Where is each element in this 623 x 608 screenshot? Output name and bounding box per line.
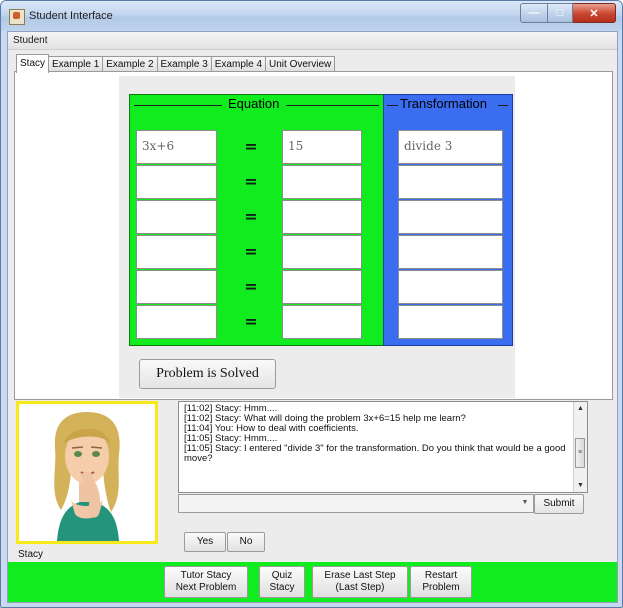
tab-example-4[interactable]: Example 4 <box>210 56 267 72</box>
transformation-cell[interactable] <box>398 235 503 269</box>
chat-messages: [11:02] Stacy: Hmm.... [11:02] Stacy: Wh… <box>184 404 569 464</box>
chat-message: [11:05] Stacy: I entered "divide 3" for … <box>184 443 566 464</box>
left-side-cell[interactable] <box>136 165 217 199</box>
transformation-title: Transformation <box>400 96 487 111</box>
tab-example-1[interactable]: Example 1 <box>48 56 104 72</box>
restart-problem-button[interactable]: Restart Problem <box>410 566 472 598</box>
stacy-avatar-image <box>54 412 120 541</box>
problem-solved-button[interactable]: Problem is Solved <box>139 359 276 389</box>
app-window: Student Interface — □ ✕ Student Stacy Ex… <box>0 0 623 608</box>
tutor-next-problem-button[interactable]: Tutor Stacy Next Problem <box>164 566 248 598</box>
maximize-icon: □ <box>556 7 564 19</box>
window-controls: — □ ✕ <box>520 3 616 23</box>
command-bar: Tutor Stacy Next Problem Quiz Stacy Eras… <box>8 562 617 602</box>
scroll-up-icon[interactable]: ▲ <box>574 402 587 415</box>
panel-border-line <box>286 105 379 106</box>
tab-example-2[interactable]: Example 2 <box>102 56 158 72</box>
chat-input[interactable]: ▼ <box>178 494 534 513</box>
right-side-cell[interactable] <box>282 235 362 269</box>
transformation-cell[interactable] <box>398 270 503 304</box>
right-side-cell[interactable]: 15 <box>282 130 362 164</box>
no-button[interactable]: No <box>227 532 265 552</box>
erase-button-line2: (Last Step) <box>335 582 385 593</box>
title-bar[interactable]: Student Interface — □ ✕ <box>1 1 622 31</box>
equals-sign: = <box>244 207 258 226</box>
agent-name-label: Stacy <box>18 549 44 560</box>
left-side-cell[interactable]: 3x+6 <box>136 130 217 164</box>
equation-title: Equation <box>228 96 280 111</box>
scroll-down-icon[interactable]: ▼ <box>574 479 587 492</box>
tab-stacy[interactable]: Stacy <box>16 54 50 73</box>
submit-button[interactable]: Submit <box>534 494 584 514</box>
left-side-cell[interactable] <box>136 235 217 269</box>
equation-panel: Equation 3x+6 = = = = = = 15 <box>129 94 384 346</box>
right-side-cell[interactable] <box>282 200 362 234</box>
right-side-cell[interactable] <box>282 305 362 339</box>
left-side-cell[interactable] <box>136 270 217 304</box>
equals-sign: = <box>244 137 258 156</box>
equals-sign: = <box>244 277 258 296</box>
window-title: Student Interface <box>29 10 113 22</box>
transformation-cell[interactable] <box>398 305 503 339</box>
minimize-button[interactable]: — <box>520 3 548 23</box>
client-area: Student Stacy Example 1 Example 2 Exampl… <box>7 31 618 603</box>
close-icon: ✕ <box>589 7 599 20</box>
minimize-icon: — <box>528 7 540 19</box>
scroll-thumb[interactable]: ≡ <box>575 438 585 468</box>
right-side-cell[interactable] <box>282 270 362 304</box>
chat-scrollbar[interactable]: ▲ ≡ ▼ <box>573 402 587 492</box>
equals-sign: = <box>244 172 258 191</box>
equals-sign: = <box>244 242 258 261</box>
restart-button-line2: Problem <box>422 582 460 593</box>
erase-last-step-button[interactable]: Erase Last Step (Last Step) <box>312 566 408 598</box>
tab-strip: Stacy Example 1 Example 2 Example 3 Exam… <box>16 54 336 73</box>
tutor-button-line1: Tutor Stacy <box>180 570 232 581</box>
left-side-cell[interactable] <box>136 200 217 234</box>
left-side-cell[interactable] <box>136 305 217 339</box>
transformation-cell[interactable] <box>398 200 503 234</box>
quiz-button-line2: Stacy <box>269 582 295 593</box>
right-side-cell[interactable] <box>282 165 362 199</box>
panel-border-line <box>134 105 222 106</box>
erase-button-line1: Erase Last Step <box>324 570 396 581</box>
panel-border-line <box>387 105 398 106</box>
tab-example-3[interactable]: Example 3 <box>156 56 212 72</box>
avatar-frame <box>16 401 158 544</box>
close-button[interactable]: ✕ <box>573 3 616 23</box>
equals-sign: = <box>244 312 258 331</box>
equation-worksheet: Equation 3x+6 = = = = = = 15 Transformat… <box>119 76 515 398</box>
tutor-button-line2: Next Problem <box>175 582 237 593</box>
restart-button-line1: Restart <box>424 570 458 581</box>
menu-student[interactable]: Student <box>13 35 47 46</box>
dropdown-arrow-icon[interactable]: ▼ <box>519 497 531 509</box>
panel-border-line <box>498 105 508 106</box>
yes-button[interactable]: Yes <box>184 532 226 552</box>
quiz-stacy-button[interactable]: Quiz Stacy <box>259 566 305 598</box>
tab-panel: Equation 3x+6 = = = = = = 15 Transformat… <box>14 71 613 400</box>
java-app-icon <box>9 9 25 25</box>
menu-bar: Student <box>8 32 617 50</box>
chat-log: [11:02] Stacy: Hmm.... [11:02] Stacy: Wh… <box>178 401 588 493</box>
transformation-cell[interactable] <box>398 165 503 199</box>
transformation-cell[interactable]: divide 3 <box>398 130 503 164</box>
tab-unit-overview[interactable]: Unit Overview <box>265 56 336 72</box>
quiz-button-line1: Quiz <box>271 570 293 581</box>
maximize-button[interactable]: □ <box>548 3 573 23</box>
transformation-panel: Transformation divide 3 <box>383 94 513 346</box>
